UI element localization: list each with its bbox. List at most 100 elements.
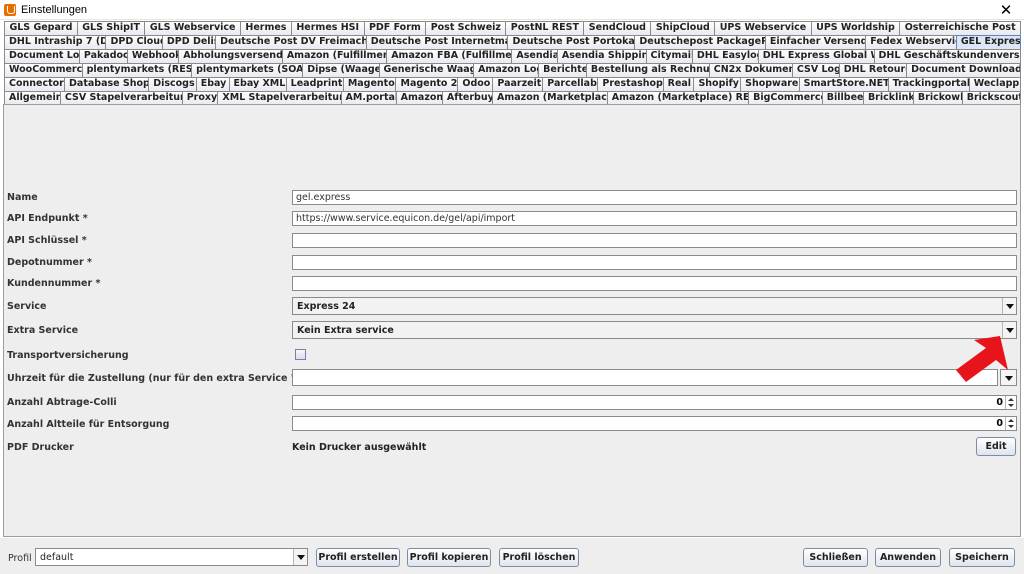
tab-smartstore-net[interactable]: SmartStore.NET bbox=[798, 77, 889, 91]
apply-button[interactable]: Anwenden bbox=[875, 548, 941, 567]
tab-österreichische-post[interactable]: Österreichische Post bbox=[899, 21, 1022, 35]
tab-ebay-xml[interactable]: Ebay XML bbox=[228, 77, 287, 91]
insurance-checkbox[interactable] bbox=[295, 349, 306, 360]
tab-magento[interactable]: Magento bbox=[342, 77, 397, 91]
tab-deutsche-post-internetmarke[interactable]: Deutsche Post Internetmarke bbox=[365, 35, 509, 49]
tab-deutsche-post-dv-freimachung[interactable]: Deutsche Post DV Freimachung bbox=[215, 35, 367, 49]
tab-bigcommerce[interactable]: BigCommerce bbox=[748, 91, 823, 105]
tab-amazon[interactable]: Amazon bbox=[395, 91, 443, 105]
tab-einfacher-versender[interactable]: Einfacher Versender bbox=[764, 35, 867, 49]
tab-bricklink[interactable]: Bricklink bbox=[862, 91, 914, 105]
tab-shipcloud[interactable]: ShipCloud bbox=[650, 21, 716, 35]
tab-document-downloader[interactable]: Document Downloader bbox=[906, 63, 1022, 77]
tab-asendia-shipping[interactable]: Asendia Shipping bbox=[556, 49, 647, 63]
delivery-time-input[interactable] bbox=[292, 369, 998, 386]
name-input[interactable]: gel.express bbox=[292, 190, 1017, 205]
old-parts-spinner[interactable]: 0 bbox=[292, 416, 1017, 431]
api-endpoint-input[interactable]: https://www.service.equicon.de/gel/api/i… bbox=[292, 211, 1017, 226]
tab-dhl-intraship-7-de[interactable]: DHL Intraship 7 (DE) bbox=[4, 35, 107, 49]
arrow-down-icon[interactable] bbox=[1008, 404, 1014, 407]
tab-connector[interactable]: Connector bbox=[4, 77, 66, 91]
tab-amazon-marketplace-rest[interactable]: Amazon (Marketplace) REST bbox=[606, 91, 750, 105]
depot-number-input[interactable] bbox=[292, 255, 1017, 270]
colli-spinner[interactable]: 0 bbox=[292, 395, 1017, 410]
delivery-time-combo[interactable] bbox=[292, 369, 1017, 387]
tab-weclapp[interactable]: Weclapp bbox=[968, 77, 1022, 91]
tab-asendia[interactable]: Asendia bbox=[511, 49, 558, 63]
tab-dhl-express-global-ws[interactable]: DHL Express Global WS bbox=[757, 49, 875, 63]
save-button[interactable]: Speichern bbox=[949, 548, 1015, 567]
tab-dipse-waage[interactable]: Dipse (Waage) bbox=[302, 63, 380, 77]
tab-xml-stapelverarbeitung[interactable]: XML Stapelverarbeitung bbox=[217, 91, 342, 105]
tab-amazon-log[interactable]: Amazon Log bbox=[473, 63, 540, 77]
tab-hermes-hsi[interactable]: Hermes HSI bbox=[290, 21, 365, 35]
spinner-buttons[interactable] bbox=[1005, 396, 1016, 409]
tab-webhook[interactable]: Webhook bbox=[126, 49, 180, 63]
tab-allgemein[interactable]: Allgemein bbox=[4, 91, 61, 105]
tab-prestashop[interactable]: Prestashop bbox=[597, 77, 664, 91]
tab-fedex-webservice[interactable]: Fedex Webservice bbox=[865, 35, 957, 49]
tab-real[interactable]: Real bbox=[662, 77, 695, 91]
close-window-button[interactable]: ✕ bbox=[998, 1, 1014, 19]
tab-ebay[interactable]: Ebay bbox=[195, 77, 230, 91]
tab-dpd-cloud[interactable]: DPD Cloud bbox=[105, 35, 163, 49]
tab-plentymarkets-rest[interactable]: plentymarkets (REST) bbox=[81, 63, 193, 77]
tab-cn2x-dokument[interactable]: CN2x Dokument bbox=[708, 63, 793, 77]
tab-bestellung-als-rechnung[interactable]: Bestellung als Rechnung bbox=[585, 63, 710, 77]
tab-berichte[interactable]: Berichte bbox=[538, 63, 587, 77]
tab-pakadoo[interactable]: Pakadoo bbox=[78, 49, 128, 63]
tab-ups-webservice[interactable]: UPS Webservice bbox=[714, 21, 812, 35]
customer-number-input[interactable] bbox=[292, 276, 1017, 291]
spinner-buttons[interactable] bbox=[1005, 417, 1016, 430]
arrow-up-icon[interactable] bbox=[1008, 419, 1014, 422]
tab-sendcloud[interactable]: SendCloud bbox=[583, 21, 652, 35]
chevron-down-icon[interactable] bbox=[1002, 298, 1016, 314]
tab-csv-stapelverarbeitung[interactable]: CSV Stapelverarbeitung bbox=[59, 91, 183, 105]
arrow-up-icon[interactable] bbox=[1008, 398, 1014, 401]
tab-odoo[interactable]: Odoo bbox=[457, 77, 494, 91]
tab-dhl-easylog[interactable]: DHL Easylog bbox=[691, 49, 759, 63]
tab-amazon-marketplace[interactable]: Amazon (Marketplace) bbox=[492, 91, 608, 105]
tab-trackingportal[interactable]: Trackingportal bbox=[887, 77, 970, 91]
tab-dhl-retoure[interactable]: DHL Retoure bbox=[838, 63, 908, 77]
tab-dpd-delis[interactable]: DPD Delis bbox=[161, 35, 217, 49]
tab-afterbuy[interactable]: Afterbuy bbox=[441, 91, 494, 105]
tab-gls-shipit[interactable]: GLS ShipIT bbox=[76, 21, 146, 35]
tab-amazon-fba-fulfillment[interactable]: Amazon FBA (Fulfillment) bbox=[386, 49, 513, 63]
api-key-input[interactable] bbox=[292, 233, 1017, 248]
tab-billbee[interactable]: Billbee bbox=[821, 91, 864, 105]
tab-generische-waage[interactable]: Generische Waage bbox=[378, 63, 475, 77]
tab-parcellab[interactable]: Parcellab bbox=[542, 77, 599, 91]
tab-postnl-rest[interactable]: PostNL REST bbox=[505, 21, 585, 35]
tab-gls-gepard[interactable]: GLS Gepard bbox=[4, 21, 78, 35]
tab-abholungsversender[interactable]: Abholungsversender bbox=[178, 49, 283, 63]
arrow-down-icon[interactable] bbox=[1008, 425, 1014, 428]
tab-hermes[interactable]: Hermes bbox=[239, 21, 292, 35]
tab-citymail[interactable]: Citymail bbox=[645, 49, 693, 63]
tab-brickowl[interactable]: Brickowl bbox=[912, 91, 963, 105]
tab-shopware[interactable]: Shopware bbox=[740, 77, 800, 91]
tab-document-log[interactable]: Document Log bbox=[4, 49, 80, 63]
tab-magento-2[interactable]: Magento 2 bbox=[395, 77, 459, 91]
create-profile-button[interactable]: Profil erstellen bbox=[316, 548, 400, 567]
service-select[interactable]: Express 24 bbox=[292, 297, 1017, 315]
tab-gls-webservice[interactable]: GLS Webservice bbox=[144, 21, 241, 35]
tab-discogs[interactable]: Discogs bbox=[148, 77, 197, 91]
tab-pdf-form[interactable]: PDF Form bbox=[363, 21, 427, 35]
tab-plentymarkets-soap[interactable]: plentymarkets (SOAP) bbox=[191, 63, 304, 77]
copy-profile-button[interactable]: Profil kopieren bbox=[407, 548, 491, 567]
tab-gel-express[interactable]: GEL Express bbox=[955, 35, 1021, 49]
tab-database-shop[interactable]: Database Shop bbox=[64, 77, 150, 91]
tab-dhl-geschäftskundenversand[interactable]: DHL Geschäftskundenversand bbox=[873, 49, 1022, 63]
tab-amazon-fulfillment[interactable]: Amazon (Fulfillment) bbox=[281, 49, 388, 63]
tab-leadprint[interactable]: Leadprint bbox=[285, 77, 344, 91]
delete-profile-button[interactable]: Profil löschen bbox=[499, 548, 579, 567]
tab-proxy[interactable]: Proxy bbox=[181, 91, 219, 105]
tab-brickscout[interactable]: Brickscout bbox=[961, 91, 1021, 105]
tab-deutsche-post-portokasse[interactable]: Deutsche Post Portokasse bbox=[507, 35, 636, 49]
tab-csv-log[interactable]: CSV Log bbox=[791, 63, 840, 77]
tab-woocommerce[interactable]: WooCommerce bbox=[4, 63, 83, 77]
tab-shopify[interactable]: Shopify bbox=[693, 77, 742, 91]
extra-service-select[interactable]: Kein Extra service bbox=[292, 321, 1017, 339]
edit-printer-button[interactable]: Edit bbox=[976, 437, 1016, 456]
